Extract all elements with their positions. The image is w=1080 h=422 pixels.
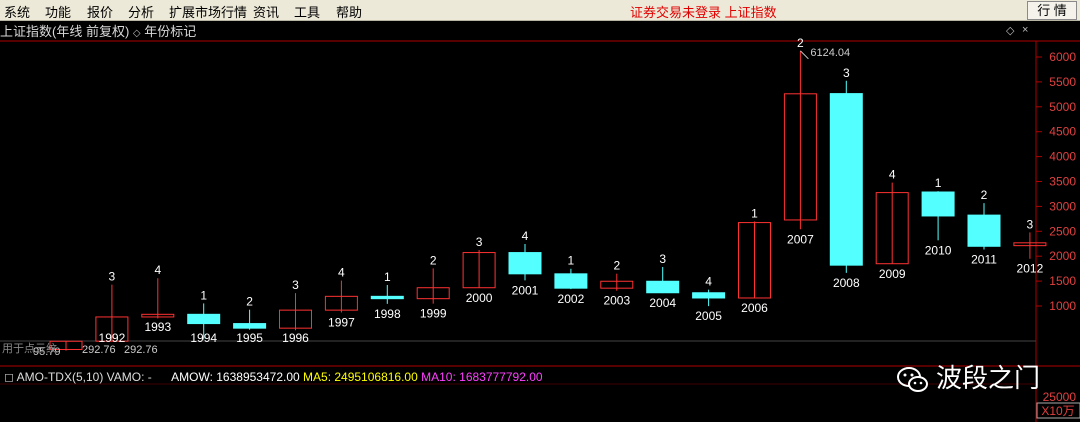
watermark: 波段之门: [896, 358, 1041, 393]
price-tick-label: 4500: [1049, 125, 1076, 139]
year-label: 1998: [374, 307, 401, 321]
year-label: 2000: [466, 291, 493, 305]
wave-count-label: 2: [797, 36, 804, 50]
year-label: 2001: [512, 283, 539, 297]
price-tick-label: 4000: [1049, 150, 1076, 164]
year-label: 1997: [328, 315, 355, 329]
close-value-label-2: 292.76: [124, 344, 158, 356]
wave-count-label: 3: [1027, 217, 1034, 231]
candle-body: [692, 292, 726, 299]
candle-body: [554, 273, 588, 289]
price-tick-label: 2500: [1049, 224, 1076, 238]
watermark-text: 波段之门: [936, 363, 1041, 393]
wave-count-label: 4: [522, 229, 529, 243]
wave-count-label: 4: [705, 275, 712, 289]
wave-count-label: 2: [981, 188, 988, 202]
wave-count-label: 3: [476, 235, 483, 249]
wechat-icon: [897, 367, 928, 393]
indicator-name[interactable]: AMO-TDX(5,10): [17, 370, 104, 384]
year-label: 1994: [190, 331, 217, 345]
wave-count-label: 1: [751, 206, 758, 220]
price-tick-label: 5000: [1049, 100, 1076, 114]
year-label: 1995: [236, 331, 263, 345]
year-label: 2011: [971, 253, 997, 267]
candle-body: [370, 295, 404, 300]
volume-unit: X10万: [1041, 404, 1074, 418]
price-tick-label: 5500: [1049, 75, 1076, 89]
vamo-value: VAMO: -: [106, 370, 152, 384]
candle-body: [646, 280, 680, 294]
price-tick-label: 1500: [1049, 274, 1076, 288]
wave-count-label: 3: [659, 252, 666, 266]
price-tick-label: 1000: [1049, 299, 1076, 313]
year-label: 2002: [558, 292, 585, 306]
year-label: 2012: [1017, 262, 1044, 276]
year-label: 1999: [420, 307, 447, 321]
year-label: 1993: [144, 320, 171, 334]
volume-indicator-bar: ◻ AMO-TDX(5,10) VAMO: - AMOW: 1638953472…: [4, 370, 543, 384]
price-tick-label: 3500: [1049, 175, 1076, 189]
year-label: 2003: [603, 294, 630, 308]
wave-count-label: 4: [338, 266, 345, 280]
year-label: 2004: [649, 296, 676, 310]
price-tick-label: 6000: [1049, 50, 1076, 64]
wave-count-label: 4: [154, 263, 161, 277]
year-label: 1992: [99, 331, 126, 345]
wave-count-label: 2: [246, 295, 253, 309]
wave-count-label: 1: [935, 176, 942, 190]
cut-off-text: 用于点云纹: [2, 341, 57, 355]
year-label: 2008: [833, 276, 860, 290]
wave-count-label: 1: [568, 254, 575, 268]
ma10-value: MA10: 1683777792.00: [421, 370, 543, 384]
year-label: 2005: [695, 309, 722, 323]
candle-body: [508, 252, 542, 275]
wave-count-label: 2: [613, 259, 620, 273]
candle-body: [829, 93, 863, 266]
year-label: 2010: [925, 243, 952, 257]
peak-value: 6124.04: [810, 47, 850, 59]
candle-body: [921, 191, 955, 217]
peak-arrow: [800, 50, 809, 60]
wave-count-label: 1: [200, 288, 207, 302]
candle-body: [187, 313, 221, 325]
wave-count-label: 2: [430, 253, 437, 267]
year-label: 2007: [787, 232, 814, 246]
candle-body: [233, 323, 267, 329]
hollow-square-icon: ◻: [4, 370, 14, 384]
wave-count-label: 1: [384, 270, 391, 284]
candle-body: [967, 214, 1001, 247]
amow-value: AMOW: 1638953472.00: [171, 370, 300, 384]
price-tick-label: 3000: [1049, 199, 1076, 213]
year-label: 1996: [282, 331, 309, 345]
wave-count-label: 3: [109, 270, 116, 284]
year-label: 2009: [879, 267, 906, 281]
year-label: 2006: [741, 301, 768, 315]
close-value-label: 292.76: [82, 344, 116, 356]
wave-count-label: 3: [843, 66, 850, 80]
ma5-value: MA5: 2495106816.00: [303, 370, 418, 384]
wave-count-label: 4: [889, 168, 896, 182]
price-tick-label: 2000: [1049, 249, 1076, 263]
wave-count-label: 3: [292, 278, 299, 292]
volume-axis-label: 25000: [1043, 390, 1077, 404]
